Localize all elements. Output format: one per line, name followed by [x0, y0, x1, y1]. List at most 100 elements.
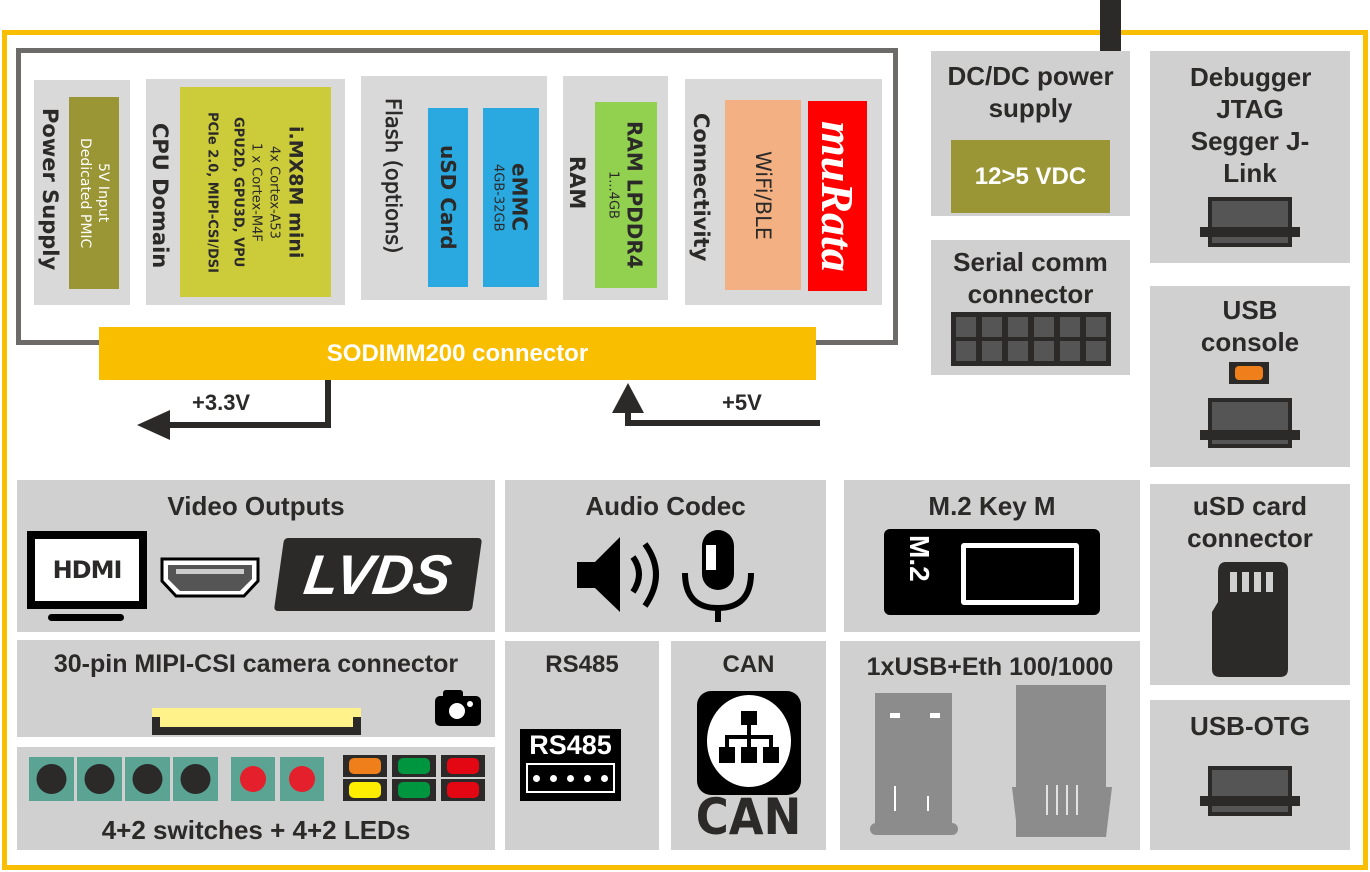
usb-console-title: USB console [1200, 295, 1300, 357]
cpu-chip-name: i.MX8M mini [284, 125, 307, 259]
wifi-label: WiFi/BLE [751, 150, 775, 240]
rail-3v3-label: +3.3V [192, 390, 251, 415]
usb-otg-block: USB-OTG [1150, 700, 1350, 850]
debugger-title: Debugger JTAG Segger J-Link [1190, 62, 1312, 188]
ram-chip: RAM LPDDR4 1...4GB [595, 102, 657, 288]
pmic-block: 5V Input Dedicated PMIC [69, 97, 119, 289]
button-switch-icon[interactable] [173, 757, 218, 801]
cpu-chip: i.MX8M mini 4x Cortex-A53 1 x Cortex-M4F… [180, 87, 331, 297]
rs485-block: RS485 RS485 [505, 641, 659, 850]
hdmi-logo-text: HDMI [52, 556, 123, 584]
camera-title: 30-pin MIPI-CSI camera connector [53, 650, 459, 678]
connectivity-label: Connectivity [689, 113, 713, 262]
flash-block: Flash (options) uSD Card eMMC 4GB-32GB [361, 76, 547, 300]
video-outputs-block: Video Outputs HDMI LVDS [17, 480, 495, 632]
murata-logo: muRata [808, 101, 867, 291]
ram-label: RAM [565, 156, 589, 210]
arrow-up-icon [612, 383, 644, 413]
m2-badge-text: M.2 [904, 535, 935, 582]
camera-icon [435, 690, 481, 726]
video-outputs-title: Video Outputs [167, 491, 345, 521]
led-icon [447, 758, 479, 774]
can-title: CAN [722, 651, 775, 678]
pmic-line: Dedicated PMIC [77, 137, 93, 249]
fpc-connector-icon [152, 708, 361, 735]
led-icon [398, 758, 430, 774]
usb-eth-block: 1xUSB+Eth 100/1000 [840, 641, 1140, 850]
switches-leds-icons [29, 755, 485, 801]
m2-card-icon: M.2 [884, 529, 1100, 615]
usd-connector-block: uSD card connector [1150, 484, 1350, 685]
usd-connector-title: uSD card connector [1187, 491, 1313, 553]
cpu-feature-line: PCIe 2.0, MIPI-CSI/DSI [204, 111, 220, 273]
usb-console-led [1229, 362, 1269, 384]
serial-comm-title: Serial comm connector [953, 247, 1108, 309]
rs485-connector-icon: RS485 [520, 729, 621, 801]
usb-eth-title: 1xUSB+Eth 100/1000 [866, 653, 1114, 681]
rail-5v-label: +5V [722, 390, 762, 415]
led-icon [447, 782, 479, 798]
emmc-chip: eMMC 4GB-32GB [483, 108, 539, 287]
button-switch-icon[interactable] [77, 757, 122, 801]
emmc-size: 4GB-32GB [490, 163, 506, 232]
debugger-block: Debugger JTAG Segger J-Link [1150, 51, 1350, 263]
hdmi-monitor-icon: HDMI [27, 531, 147, 609]
arrow-left-icon [137, 410, 170, 440]
jtag-connector-icon [1200, 197, 1300, 247]
murata-logo-text: muRata [812, 120, 863, 272]
sd-card-icon [1212, 562, 1288, 677]
microphone-icon [682, 530, 754, 622]
usb-otg-title: USB-OTG [1190, 711, 1310, 741]
speaker-icon [577, 537, 659, 612]
m2-chip-outline [961, 543, 1079, 605]
can-logo-text: CAN [695, 788, 802, 846]
usb-otg-connector-icon [1200, 766, 1300, 816]
power-supply-label: Power Supply [38, 108, 62, 271]
serial-comm-block: Serial comm connector [931, 240, 1130, 375]
hdmi-port-icon [160, 557, 260, 598]
dcdc-block: DC/DC power supply 12>5 VDC [931, 51, 1130, 216]
ram-size: 1...4GB [605, 171, 621, 219]
button-switch-icon[interactable] [231, 757, 275, 801]
led-icon [349, 782, 381, 798]
audio-codec-block: Audio Codec [505, 480, 826, 632]
led-icon [349, 758, 381, 774]
emmc-label: eMMC [507, 163, 532, 232]
usb-connector-icon [1200, 398, 1300, 448]
cpu-core-line: 4x Cortex-A53 [266, 145, 282, 239]
flash-label: Flash (options) [381, 98, 406, 254]
cpu-domain-block: CPU Domain i.MX8M mini 4x Cortex-A53 1 x… [146, 79, 345, 305]
camera-block: 30-pin MIPI-CSI camera connector [17, 640, 495, 737]
wifi-module: WiFi/BLE [725, 100, 801, 290]
monitor-stand [48, 614, 124, 621]
network-icon [697, 691, 801, 795]
led-icon [398, 782, 430, 798]
audio-codec-title: Audio Codec [585, 491, 746, 521]
cpu-core-line: 1 x Cortex-M4F [248, 142, 264, 242]
usb-console-block: USB console [1150, 286, 1350, 467]
can-block: CAN CAN [671, 641, 826, 850]
pin-header-icon [951, 312, 1111, 366]
ram-block: RAM RAM LPDDR4 1...4GB [563, 76, 668, 300]
button-switch-icon[interactable] [280, 757, 324, 801]
m2-block: M.2 Key M M.2 [844, 480, 1140, 632]
rs485-badge-text: RS485 [529, 730, 612, 760]
switches-leds-block: 4+2 switches + 4+2 LEDs [17, 747, 495, 850]
power-supply-block: Power Supply 5V Input Dedicated PMIC [34, 80, 130, 305]
m2-title: M.2 Key M [928, 491, 1056, 521]
cpu-domain-label: CPU Domain [148, 123, 172, 269]
button-switch-icon[interactable] [125, 757, 170, 801]
cpu-feature-line: GPU2D, GPU3D, VPU [230, 116, 246, 268]
connectivity-block: Connectivity WiFi/BLE muRata [685, 79, 882, 305]
dcdc-value: 12>5 VDC [951, 140, 1110, 213]
power-rail-arrows [137, 380, 820, 440]
usb-port-icon [870, 693, 958, 835]
usd-card-label: uSD Card [436, 145, 460, 250]
dcdc-title: DC/DC power supply [947, 61, 1114, 123]
rs485-title: RS485 [545, 651, 619, 678]
ram-chip-name: RAM LPDDR4 [622, 121, 647, 269]
lvds-logo: LVDS [273, 538, 483, 611]
button-switch-icon[interactable] [29, 757, 74, 801]
switches-leds-title: 4+2 switches + 4+2 LEDs [101, 815, 411, 845]
pmic-line: 5V Input [95, 163, 111, 223]
